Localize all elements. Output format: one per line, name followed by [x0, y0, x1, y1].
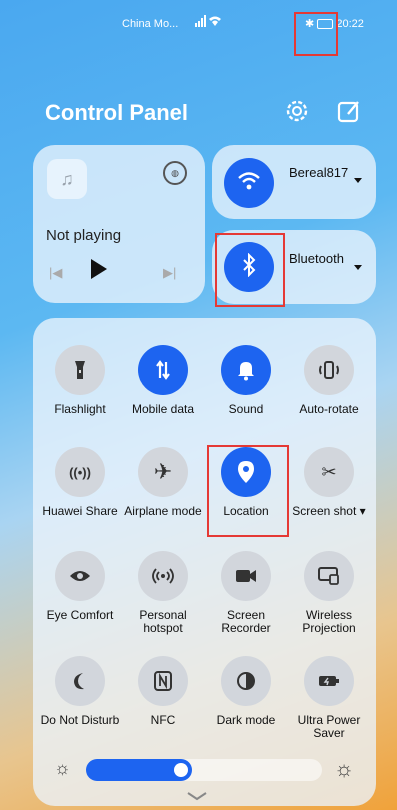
bluetooth-label: Bluetooth	[289, 251, 344, 266]
music-note-icon: ♫	[47, 159, 87, 199]
ultra-power-saver-tile[interactable]: Ultra Power Saver	[287, 656, 371, 740]
brightness-high-icon: ☼	[334, 756, 355, 781]
audio-output-icon[interactable]: ◍	[163, 161, 187, 185]
chevron-down-icon[interactable]	[354, 178, 362, 183]
signal-wifi-icon	[195, 15, 223, 30]
scissors-icon: ✂	[304, 447, 354, 497]
projection-icon	[304, 551, 354, 601]
eye-comfort-label: Eye Comfort	[46, 608, 114, 622]
dark-mode-icon	[221, 656, 271, 706]
do-not-disturb-tile[interactable]: Do Not Disturb	[38, 656, 122, 727]
airplane-tile[interactable]: ✈ Airplane mode	[121, 447, 205, 518]
moon-icon	[55, 656, 105, 706]
wifi-label: Bereal817	[289, 165, 349, 180]
eye-comfort-tile[interactable]: Eye Comfort	[38, 551, 122, 622]
flashlight-label: Flashlight	[54, 402, 106, 416]
hotspot-tile[interactable]: Personal hotspot	[121, 551, 205, 635]
gear-icon[interactable]	[284, 98, 310, 124]
huawei-share-tile[interactable]: ((•)) Huawei Share	[38, 447, 122, 518]
dark-mode-tile[interactable]: Dark mode	[204, 656, 288, 727]
nfc-label: NFC	[150, 713, 176, 727]
next-icon[interactable]: ▶|	[163, 265, 176, 281]
chevron-down-icon[interactable]: ▾	[360, 504, 366, 518]
mobile-data-icon	[138, 345, 188, 395]
previous-icon[interactable]: |◀	[49, 265, 62, 281]
eye-icon	[55, 551, 105, 601]
chevron-down-icon[interactable]	[354, 265, 362, 270]
ultra-power-saver-label: Ultra Power Saver	[297, 713, 361, 740]
play-icon[interactable]	[91, 259, 107, 279]
wireless-projection-label: Wireless Projection	[302, 608, 356, 635]
highlight-bluetooth	[215, 233, 285, 307]
auto-rotate-label: Auto-rotate	[299, 402, 359, 416]
clock: 20:22	[336, 18, 364, 30]
brightness-slider[interactable]	[86, 759, 322, 781]
sound-tile[interactable]: Sound	[204, 345, 288, 416]
highlight-location	[207, 445, 289, 537]
huawei-share-icon: ((•))	[55, 447, 105, 497]
hotspot-icon	[138, 551, 188, 601]
wifi-icon	[237, 171, 261, 196]
mobile-data-label: Mobile data	[131, 402, 195, 416]
auto-rotate-tile[interactable]: Auto-rotate	[287, 345, 371, 416]
edit-icon[interactable]	[336, 98, 362, 124]
brightness-low-icon: ☼	[54, 758, 71, 778]
hotspot-label: Personal hotspot	[139, 608, 187, 635]
huawei-share-label: Huawei Share	[42, 504, 118, 518]
dark-mode-label: Dark mode	[216, 713, 276, 727]
media-card[interactable]: ♫ ◍ Not playing |◀ ▶|	[33, 145, 205, 303]
video-camera-icon	[221, 551, 271, 601]
auto-rotate-icon	[304, 345, 354, 395]
mobile-data-tile[interactable]: Mobile data	[121, 345, 205, 416]
highlight-status-bluetooth	[294, 12, 338, 56]
carrier-name: China Mo...	[122, 18, 179, 30]
page-title: Control Panel	[45, 100, 189, 125]
nfc-tile[interactable]: NFC	[121, 656, 205, 727]
media-status: Not playing	[46, 227, 122, 244]
wifi-toggle[interactable]	[224, 158, 274, 208]
flashlight-icon	[55, 345, 105, 395]
screen-recorder-tile[interactable]: Screen Recorder	[204, 551, 288, 635]
brightness-thumb[interactable]	[174, 763, 188, 777]
wireless-projection-tile[interactable]: Wireless Projection	[287, 551, 371, 635]
flashlight-tile[interactable]: Flashlight	[38, 345, 122, 416]
wifi-card[interactable]: Bereal817	[212, 145, 376, 219]
airplane-label: Airplane mode	[124, 504, 202, 518]
airplane-icon: ✈	[138, 447, 188, 497]
sound-label: Sound	[228, 402, 264, 416]
nfc-icon	[138, 656, 188, 706]
battery-saver-icon	[304, 656, 354, 706]
screenshot-tile[interactable]: ✂ Screen shot ▾	[287, 447, 371, 518]
bell-icon	[221, 345, 271, 395]
do-not-disturb-label: Do Not Disturb	[40, 713, 120, 727]
chevron-down-icon[interactable]	[186, 788, 208, 801]
screen-recorder-label: Screen Recorder	[221, 608, 271, 635]
screenshot-label: Screen shot ▾	[292, 504, 366, 518]
